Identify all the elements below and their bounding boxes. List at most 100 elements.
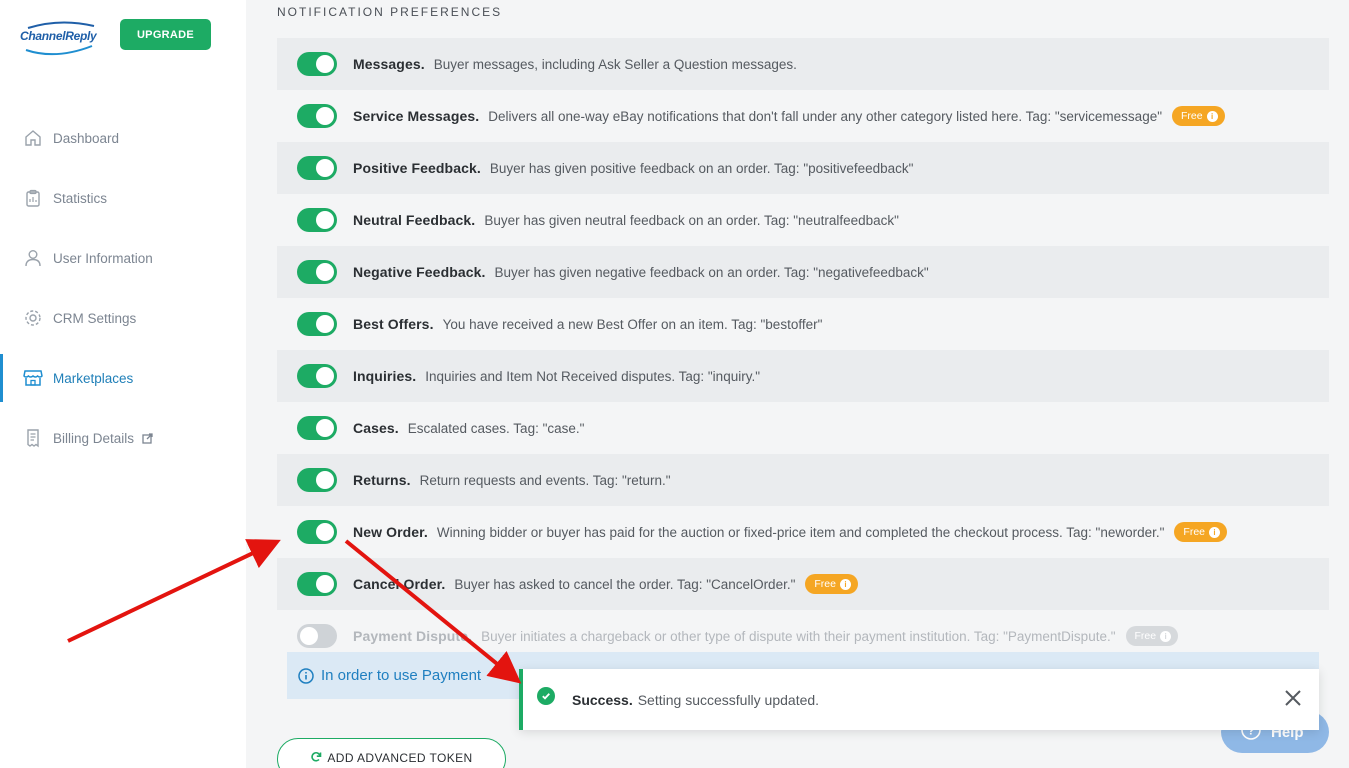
notification-description: You have received a new Best Offer on an…	[442, 316, 823, 332]
notification-toggle[interactable]	[297, 572, 337, 596]
toggle-knob	[316, 315, 334, 333]
notification-toggle[interactable]	[297, 208, 337, 232]
notification-title: Service Messages.	[353, 108, 480, 124]
notification-row: Cases. Escalated cases. Tag: "case."	[277, 402, 1329, 454]
notification-title: Negative Feedback.	[353, 264, 486, 280]
sidebar-item-label: Billing Details	[53, 430, 135, 446]
notification-toggle[interactable]	[297, 52, 337, 76]
free-badge[interactable]: Free i	[1174, 522, 1227, 542]
sidebar-item-label: User Information	[53, 250, 153, 266]
notification-title: Returns.	[353, 472, 411, 488]
notification-row: Service Messages. Delivers all one-way eB…	[277, 90, 1329, 142]
notification-toggle[interactable]	[297, 260, 337, 284]
notification-description: Buyer messages, including Ask Seller a Q…	[433, 56, 797, 72]
sidebar-item-billing-details[interactable]: Billing Details	[0, 414, 246, 462]
notification-description: Inquiries and Item Not Received disputes…	[425, 368, 760, 384]
notification-row: Negative Feedback. Buyer has given negati…	[277, 246, 1329, 298]
add-advanced-token-label: ADD ADVANCED TOKEN	[327, 751, 473, 765]
toggle-knob	[316, 159, 334, 177]
notification-toggle[interactable]	[297, 156, 337, 180]
user-icon	[22, 247, 44, 269]
notification-description: Buyer initiates a chargeback or other ty…	[481, 628, 1116, 644]
free-badge[interactable]: Free i	[1172, 106, 1225, 126]
toggle-knob	[316, 211, 334, 229]
sidebar-item-label: CRM Settings	[53, 310, 137, 326]
notification-title: Positive Feedback.	[353, 160, 481, 176]
logo-text: ChannelReply	[20, 29, 97, 43]
sidebar-item-label: Statistics	[53, 190, 108, 206]
toggle-knob	[316, 263, 334, 281]
home-icon	[22, 127, 44, 149]
notification-row: Best Offers. You have received a new Best…	[277, 298, 1329, 350]
notification-toggle[interactable]	[297, 416, 337, 440]
store-icon	[22, 367, 44, 389]
info-icon: i	[1160, 630, 1172, 642]
info-icon: i	[1206, 110, 1218, 122]
toast-message: Setting successfully updated.	[637, 691, 820, 708]
notification-row: Inquiries. Inquiries and Item Not Receive…	[277, 350, 1329, 402]
notification-toggle[interactable]	[297, 312, 337, 336]
notification-row: Cancel Order. Buyer has asked to cancel t…	[277, 558, 1329, 610]
notification-row: Positive Feedback. Buyer has given positi…	[277, 142, 1329, 194]
sidebar-item-label: Marketplaces	[53, 370, 134, 386]
upgrade-button[interactable]: UPGRADE	[120, 19, 211, 50]
sidebar-item-statistics[interactable]: Statistics	[0, 174, 246, 222]
free-badge-label: Free	[814, 578, 836, 590]
check-circle-icon	[537, 686, 555, 705]
notification-title: Messages.	[353, 56, 425, 72]
sidebar-item-user-information[interactable]: User Information	[0, 234, 246, 282]
free-badge-label: Free	[1134, 630, 1157, 642]
add-advanced-token-button[interactable]: ADD ADVANCED TOKEN	[277, 738, 506, 768]
toast-title: Success.	[572, 691, 633, 708]
notification-toggle[interactable]	[297, 468, 337, 492]
notification-title: Best Offers.	[353, 316, 434, 332]
toggle-knob	[316, 471, 334, 489]
toggle-knob	[316, 107, 334, 125]
notification-description: Buyer has given positive feedback on an …	[489, 160, 914, 176]
notification-row: Messages. Buyer messages, including Ask S…	[277, 38, 1329, 90]
notification-row: Neutral Feedback. Buyer has given neutral…	[277, 194, 1329, 246]
info-icon: i	[839, 578, 851, 590]
notification-title: Cancel Order.	[353, 576, 446, 592]
toggle-knob	[316, 575, 334, 593]
external-link-icon	[142, 432, 153, 444]
toggle-knob	[316, 55, 334, 73]
info-text: In order to use Payment	[321, 667, 482, 684]
notification-title: New Order.	[353, 524, 428, 540]
section-title: NOTIFICATION PREFERENCES	[277, 5, 503, 19]
sidebar-item-crm-settings[interactable]: CRM Settings	[0, 294, 246, 342]
notification-description: Buyer has given neutral feedback on an o…	[484, 212, 899, 228]
sidebar: ChannelReply UPGRADE Dashboard Statistic…	[0, 0, 246, 768]
notification-description: Winning bidder or buyer has paid for the…	[436, 524, 1165, 540]
notification-description: Delivers all one-way eBay notifications …	[488, 108, 1163, 124]
toggle-knob	[316, 523, 334, 541]
notification-title: Payment Dispute.	[353, 628, 473, 644]
notification-title: Neutral Feedback.	[353, 212, 476, 228]
notification-toggle[interactable]	[297, 104, 337, 128]
toggle-knob	[300, 627, 318, 645]
notification-description: Buyer has given negative feedback on an …	[494, 264, 929, 280]
info-icon: i	[1209, 526, 1220, 538]
info-icon	[298, 667, 314, 684]
sidebar-item-label: Dashboard	[53, 130, 120, 146]
gear-icon	[22, 307, 44, 329]
notification-toggle[interactable]	[297, 520, 337, 544]
free-badge-label: Free	[1181, 110, 1203, 122]
notification-toggle[interactable]	[297, 624, 337, 648]
free-badge[interactable]: Free i	[805, 574, 858, 594]
clipboard-icon	[22, 187, 44, 209]
channelreply-logo[interactable]: ChannelReply	[20, 20, 100, 56]
refresh-icon	[310, 751, 322, 766]
free-badge[interactable]: Free i	[1125, 626, 1179, 646]
sidebar-item-marketplaces[interactable]: Marketplaces	[0, 354, 246, 402]
notification-row: Returns. Return requests and events. Tag:…	[277, 454, 1329, 506]
receipt-icon	[22, 427, 44, 449]
close-icon[interactable]	[1283, 688, 1303, 708]
notification-row: New Order. Winning bidder or buyer has pa…	[277, 506, 1329, 558]
notification-toggle[interactable]	[297, 364, 337, 388]
toggle-knob	[316, 367, 334, 385]
notification-description: Return requests and events. Tag: "return…	[419, 472, 671, 488]
toggle-knob	[316, 419, 334, 437]
sidebar-item-dashboard[interactable]: Dashboard	[0, 114, 246, 162]
notification-title: Cases.	[353, 420, 399, 436]
